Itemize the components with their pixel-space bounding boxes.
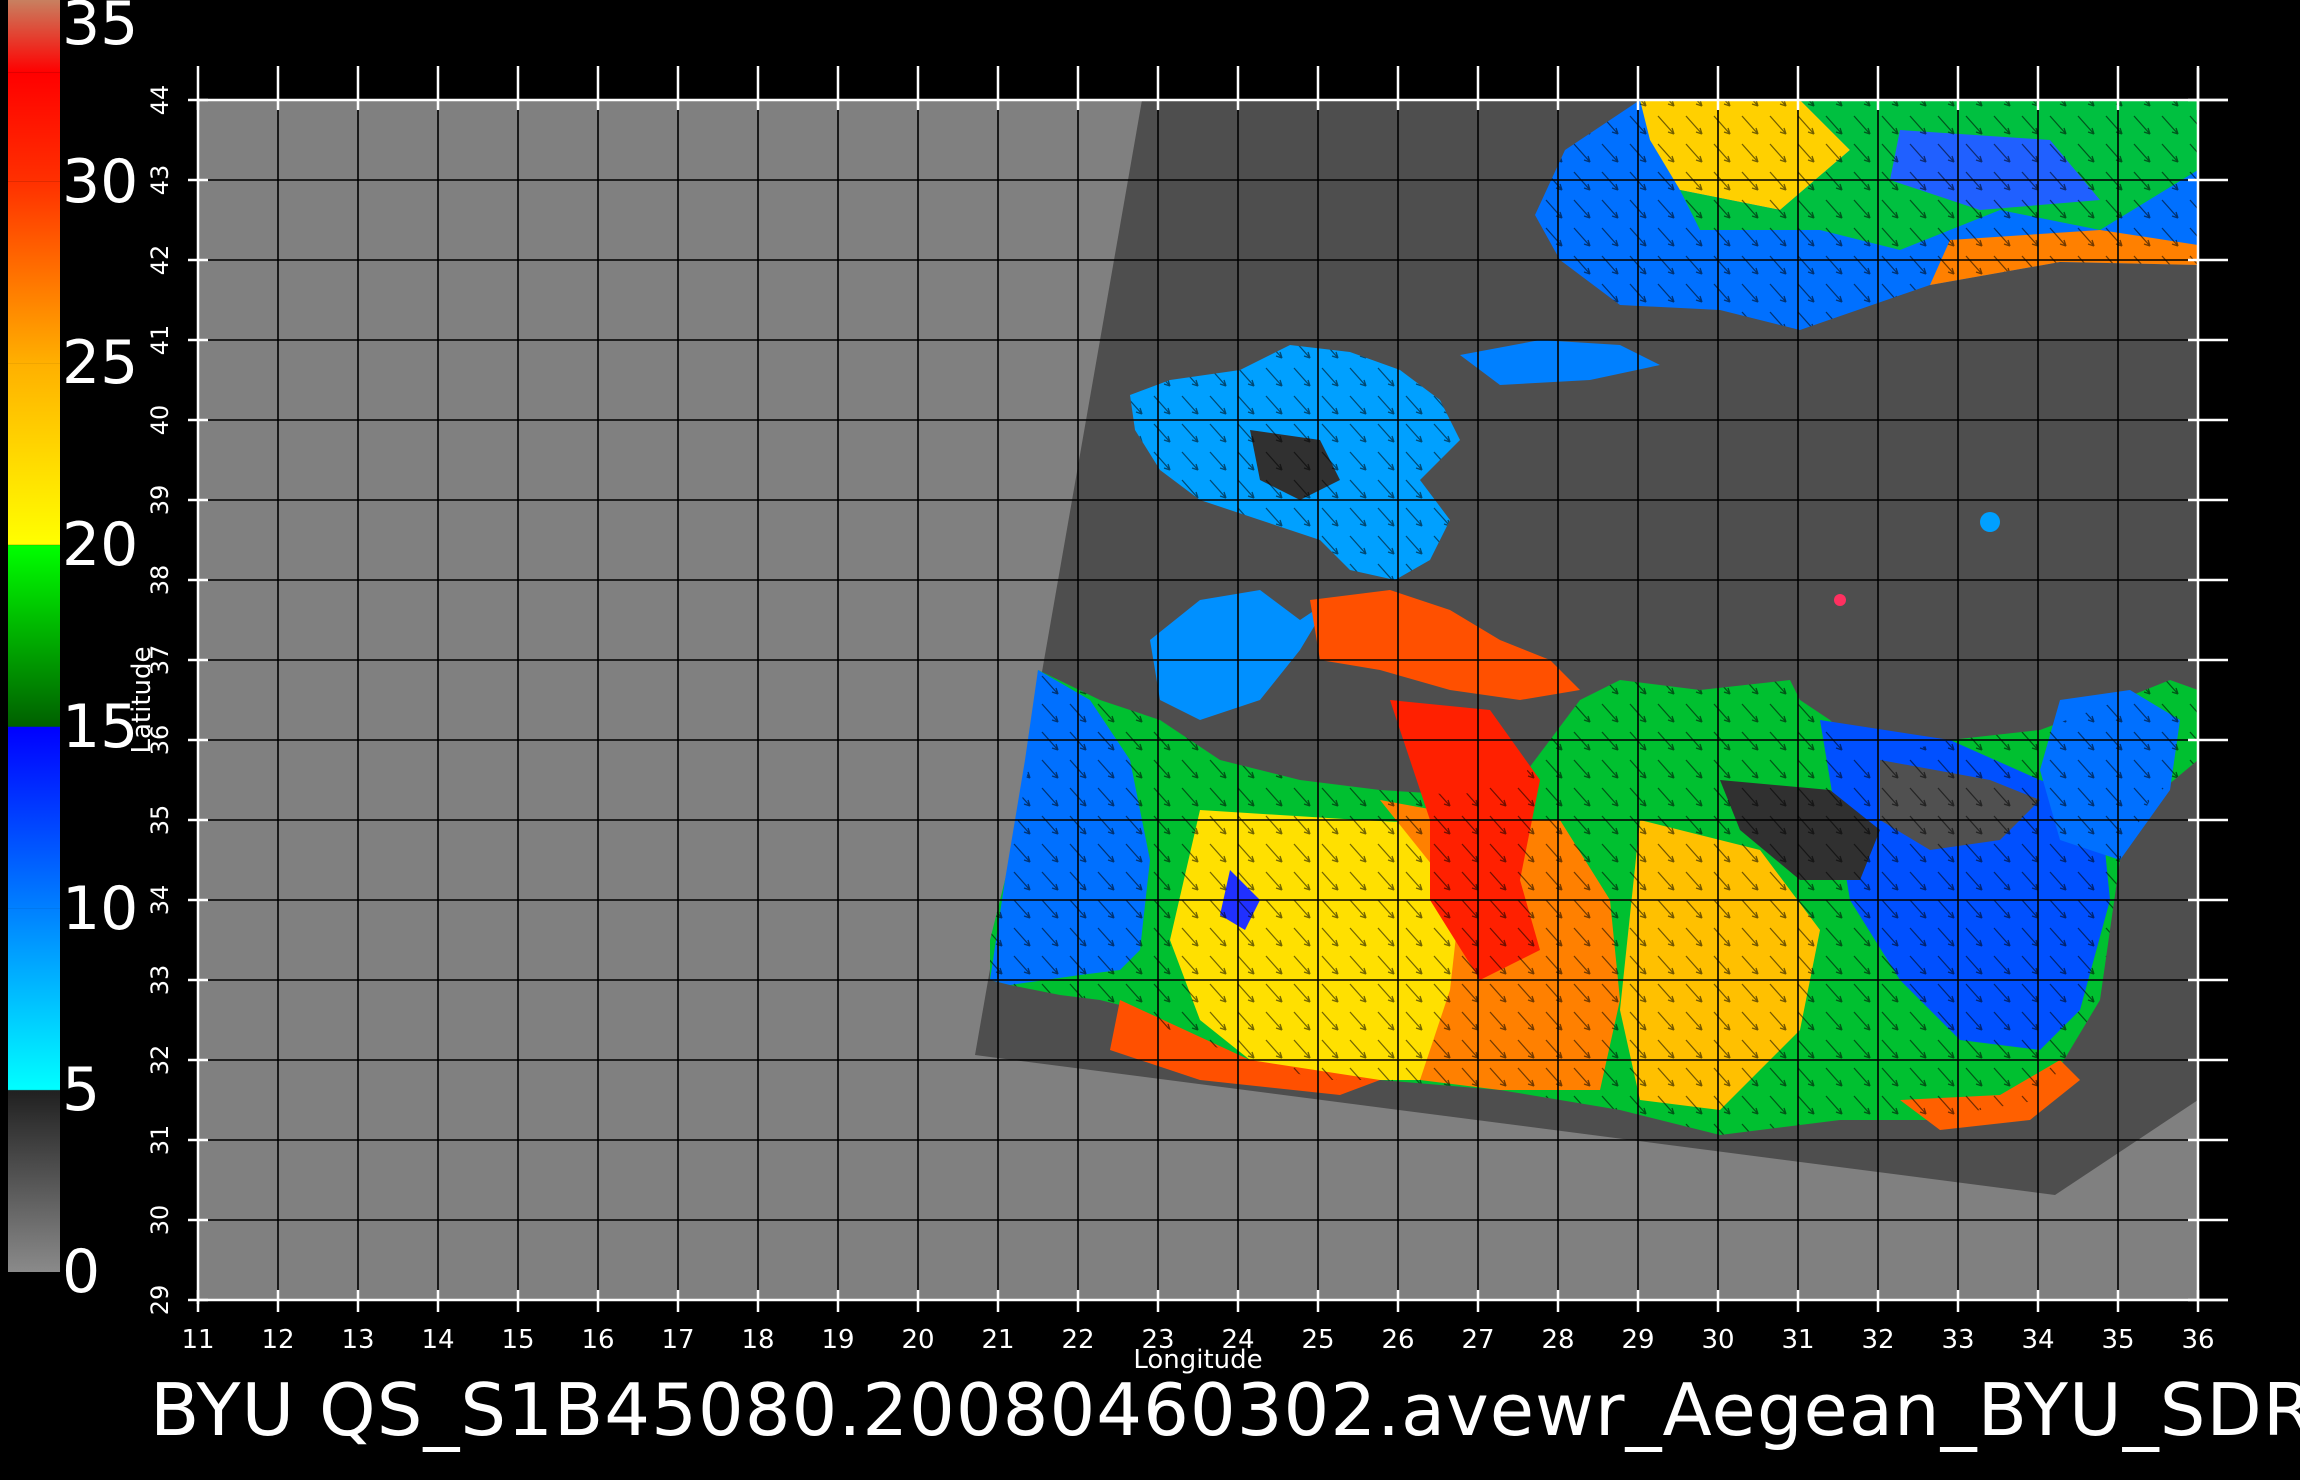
lat-tick-label: 35 (146, 805, 174, 836)
colorbar-segment (8, 908, 60, 1090)
lon-tick-label: 14 (421, 1325, 454, 1355)
colorbar-label: 5 (62, 1055, 101, 1126)
lon-tick-label: 26 (1381, 1325, 1414, 1355)
lon-tick-label: 16 (581, 1325, 614, 1355)
lon-tick-label: 18 (741, 1325, 774, 1355)
lon-tick-label: 34 (2021, 1325, 2054, 1355)
lon-tick-label: 28 (1541, 1325, 1574, 1355)
lon-tick-label: 11 (181, 1325, 214, 1355)
lon-tick-label: 25 (1301, 1325, 1334, 1355)
lon-tick-label: 13 (341, 1325, 374, 1355)
lat-tick-label: 38 (146, 565, 174, 596)
lat-tick-label: 34 (146, 885, 174, 916)
colorbar-segment (8, 72, 60, 182)
lon-tick-label: 31 (1781, 1325, 1814, 1355)
lat-tick-label: 29 (146, 1285, 174, 1316)
colorbar-label: 30 (62, 146, 139, 217)
lon-tick-label: 35 (2101, 1325, 2134, 1355)
colorbar (8, 0, 60, 1272)
colorbar-segment (8, 726, 60, 727)
colorbar-label: 35 (62, 0, 139, 59)
colorbar-label: 0 (62, 1237, 101, 1307)
lat-tick-label: 31 (146, 1125, 174, 1156)
lat-tick-label: 43 (146, 165, 174, 196)
lon-tick-label: 22 (1061, 1325, 1094, 1355)
colorbar-label: 10 (62, 873, 139, 944)
colorbar-segment (8, 545, 60, 727)
lat-tick-label: 41 (146, 325, 174, 356)
lon-tick-label: 27 (1461, 1325, 1494, 1355)
colorbar-segment (8, 544, 60, 546)
colorbar-segment (8, 1089, 60, 1091)
lat-tick-label: 42 (146, 245, 174, 276)
lon-tick-label: 36 (2181, 1325, 2214, 1355)
wind-speed-map: 11 12 13 14 15 16 17 18 19 20 21 22 23 24 25 26 27 28 29 30… (8, 0, 2228, 1375)
lon-tick-label: 20 (901, 1325, 934, 1355)
lon-tick-label: 19 (821, 1325, 854, 1355)
lon-tick-label: 29 (1621, 1325, 1654, 1355)
colorbar-segment (8, 363, 60, 545)
lat-tick-label: 33 (146, 965, 174, 996)
colorbar-segment (8, 181, 60, 364)
footer-title: BYU QS_S1B45080.20080460302.avewr_Aegean… (150, 1368, 2300, 1452)
island-small (1834, 594, 1846, 606)
lon-tick-label: 12 (261, 1325, 294, 1355)
colorbar-segment (8, 0, 60, 73)
lon-tick-label: 32 (1861, 1325, 1894, 1355)
lat-tick-label: 32 (146, 1045, 174, 1076)
colorbar-segment (8, 726, 60, 909)
lat-tick-label: 39 (146, 485, 174, 516)
lat-tick-label: 44 (146, 85, 174, 116)
colorbar-label: 20 (62, 510, 139, 581)
lon-tick-label: 17 (661, 1325, 694, 1355)
colorbar-label: 15 (62, 691, 139, 762)
lon-tick-label: 30 (1701, 1325, 1734, 1355)
lon-tick-label: 33 (1941, 1325, 1974, 1355)
lat-tick-label: 30 (146, 1205, 174, 1236)
colorbar-segment (8, 1090, 60, 1272)
lon-tick-label: 21 (981, 1325, 1014, 1355)
island-cyprus-small (1980, 512, 2000, 532)
colorbar-label: 25 (62, 328, 139, 399)
lon-tick-label: 15 (501, 1325, 534, 1355)
lat-tick-label: 40 (146, 405, 174, 436)
